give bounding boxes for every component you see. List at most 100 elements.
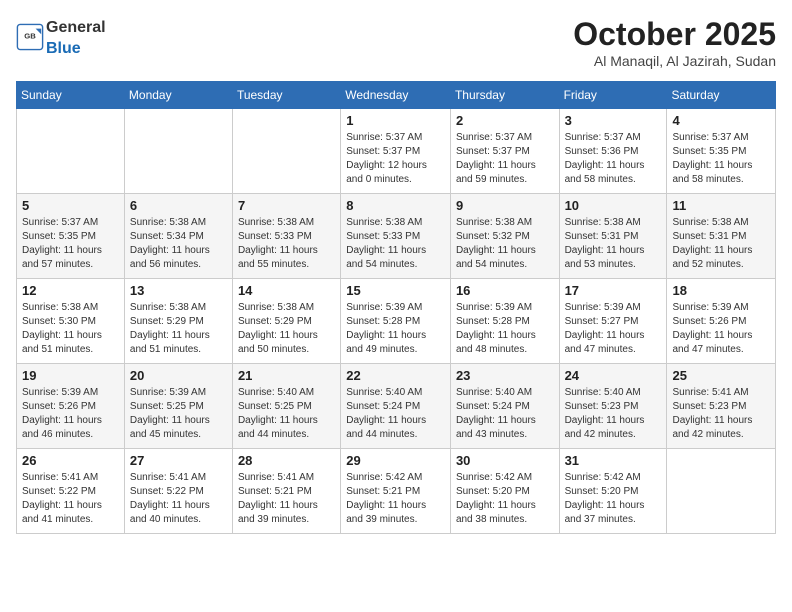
cell-day-number: 26	[22, 453, 119, 468]
cell-day-number: 15	[346, 283, 445, 298]
calendar-cell: 15 Sunrise: 5:39 AM Sunset: 5:28 PM Dayli…	[341, 279, 451, 364]
cell-day-number: 29	[346, 453, 445, 468]
cell-day-number: 5	[22, 198, 119, 213]
weekday-header: Saturday	[667, 82, 776, 109]
calendar-cell: 26Sunrise: 5:41 AM Sunset: 5:22 PM Dayli…	[17, 449, 125, 534]
cell-daylight-info: Sunrise: 5:39 AM Sunset: 5:26 PM Dayligh…	[22, 386, 119, 442]
cell-daylight-info: Sunrise: 5:37 AM Sunset: 5:37 PM Dayligh…	[456, 131, 554, 187]
calendar-cell: 9Sunrise: 5:38 AM Sunset: 5:32 PM Daylig…	[450, 194, 559, 279]
cell-day-number: 17	[565, 283, 662, 298]
calendar-cell: 7 Sunrise: 5:38 AM Sunset: 5:33 PM Daylig…	[232, 194, 340, 279]
calendar-cell: 31 Sunrise: 5:42 AM Sunset: 5:20 PM Dayli…	[559, 449, 667, 534]
calendar-cell: 6 Sunrise: 5:38 AM Sunset: 5:34 PM Daylig…	[124, 194, 232, 279]
calendar-cell: 8 Sunrise: 5:38 AM Sunset: 5:33 PM Daylig…	[341, 194, 451, 279]
calendar-cell	[17, 109, 125, 194]
calendar-cell: 27Sunrise: 5:41 AM Sunset: 5:22 PM Dayli…	[124, 449, 232, 534]
calendar-cell: 25 Sunrise: 5:41 AM Sunset: 5:23 PM Dayli…	[667, 364, 776, 449]
calendar-table: SundayMondayTuesdayWednesdayThursdayFrid…	[16, 81, 776, 534]
calendar-cell: 21 Sunrise: 5:40 AM Sunset: 5:25 PM Dayli…	[232, 364, 340, 449]
calendar-cell: 2 Sunrise: 5:37 AM Sunset: 5:37 PM Daylig…	[450, 109, 559, 194]
cell-daylight-info: Sunrise: 5:40 AM Sunset: 5:25 PM Dayligh…	[238, 386, 335, 442]
page-header: GB General Blue October 2025 Al Manaqil,…	[16, 16, 776, 69]
cell-daylight-info: Sunrise: 5:37 AM Sunset: 5:35 PM Dayligh…	[22, 216, 119, 272]
cell-day-number: 28	[238, 453, 335, 468]
calendar-cell: 12 Sunrise: 5:38 AM Sunset: 5:30 PM Dayli…	[17, 279, 125, 364]
cell-daylight-info: Sunrise: 5:42 AM Sunset: 5:20 PM Dayligh…	[456, 471, 554, 527]
cell-day-number: 23	[456, 368, 554, 383]
cell-daylight-info: Sunrise: 5:42 AM Sunset: 5:20 PM Dayligh…	[565, 471, 662, 527]
calendar-cell: 1 Sunrise: 5:37 AM Sunset: 5:37 PM Daylig…	[341, 109, 451, 194]
calendar-cell: 30 Sunrise: 5:42 AM Sunset: 5:20 PM Dayli…	[450, 449, 559, 534]
cell-day-number: 3	[565, 113, 662, 128]
logo: GB General Blue	[16, 16, 106, 58]
calendar-cell: 29 Sunrise: 5:42 AM Sunset: 5:21 PM Dayli…	[341, 449, 451, 534]
cell-day-number: 14	[238, 283, 335, 298]
calendar-cell: 23 Sunrise: 5:40 AM Sunset: 5:24 PM Dayli…	[450, 364, 559, 449]
cell-daylight-info: Sunrise: 5:41 AM Sunset: 5:23 PM Dayligh…	[672, 386, 770, 442]
logo-general-text: General	[46, 19, 106, 36]
cell-daylight-info: Sunrise: 5:38 AM Sunset: 5:34 PM Dayligh…	[130, 216, 227, 272]
cell-daylight-info: Sunrise: 5:39 AM Sunset: 5:27 PM Dayligh…	[565, 301, 662, 357]
cell-day-number: 25	[672, 368, 770, 383]
weekday-header: Friday	[559, 82, 667, 109]
weekday-header: Thursday	[450, 82, 559, 109]
cell-daylight-info: Sunrise: 5:38 AM Sunset: 5:33 PM Dayligh…	[238, 216, 335, 272]
calendar-cell: 17 Sunrise: 5:39 AM Sunset: 5:27 PM Dayli…	[559, 279, 667, 364]
cell-daylight-info: Sunrise: 5:38 AM Sunset: 5:30 PM Dayligh…	[22, 301, 119, 357]
cell-day-number: 2	[456, 113, 554, 128]
cell-daylight-info: Sunrise: 5:42 AM Sunset: 5:21 PM Dayligh…	[346, 471, 445, 527]
cell-daylight-info: Sunrise: 5:39 AM Sunset: 5:26 PM Dayligh…	[672, 301, 770, 357]
cell-daylight-info: Sunrise: 5:40 AM Sunset: 5:24 PM Dayligh…	[456, 386, 554, 442]
calendar-week-row: 19 Sunrise: 5:39 AM Sunset: 5:26 PM Dayli…	[17, 364, 776, 449]
cell-daylight-info: Sunrise: 5:38 AM Sunset: 5:33 PM Dayligh…	[346, 216, 445, 272]
calendar-cell: 14 Sunrise: 5:38 AM Sunset: 5:29 PM Dayli…	[232, 279, 340, 364]
weekday-header: Wednesday	[341, 82, 451, 109]
cell-day-number: 8	[346, 198, 445, 213]
cell-day-number: 13	[130, 283, 227, 298]
cell-day-number: 16	[456, 283, 554, 298]
cell-day-number: 19	[22, 368, 119, 383]
cell-daylight-info: Sunrise: 5:41 AM Sunset: 5:22 PM Dayligh…	[130, 471, 227, 527]
cell-daylight-info: Sunrise: 5:39 AM Sunset: 5:25 PM Dayligh…	[130, 386, 227, 442]
cell-daylight-info: Sunrise: 5:37 AM Sunset: 5:36 PM Dayligh…	[565, 131, 662, 187]
cell-daylight-info: Sunrise: 5:39 AM Sunset: 5:28 PM Dayligh…	[346, 301, 445, 357]
cell-daylight-info: Sunrise: 5:37 AM Sunset: 5:35 PM Dayligh…	[672, 131, 770, 187]
cell-day-number: 12	[22, 283, 119, 298]
calendar-week-row: 1 Sunrise: 5:37 AM Sunset: 5:37 PM Daylig…	[17, 109, 776, 194]
cell-daylight-info: Sunrise: 5:38 AM Sunset: 5:29 PM Dayligh…	[238, 301, 335, 357]
weekday-header: Tuesday	[232, 82, 340, 109]
cell-day-number: 20	[130, 368, 227, 383]
logo-icon: GB	[16, 23, 44, 51]
calendar-week-row: 12 Sunrise: 5:38 AM Sunset: 5:30 PM Dayli…	[17, 279, 776, 364]
month-title: October 2025	[573, 16, 776, 53]
cell-daylight-info: Sunrise: 5:40 AM Sunset: 5:24 PM Dayligh…	[346, 386, 445, 442]
calendar-cell	[124, 109, 232, 194]
calendar-week-row: 26 Sunrise: 5:41 AM Sunset: 5:22 PM Dayli…	[17, 449, 776, 534]
cell-day-number: 10	[565, 198, 662, 213]
cell-day-number: 21	[238, 368, 335, 383]
cell-day-number: 6	[130, 198, 227, 213]
svg-text:GB: GB	[24, 31, 36, 40]
cell-day-number: 30	[456, 453, 554, 468]
calendar-cell: 3 Sunrise: 5:37 AM Sunset: 5:36 PM Daylig…	[559, 109, 667, 194]
calendar-cell: 11Sunrise: 5:38 AM Sunset: 5:31 PM Dayli…	[667, 194, 776, 279]
cell-daylight-info: Sunrise: 5:40 AM Sunset: 5:23 PM Dayligh…	[565, 386, 662, 442]
calendar-cell: 13Sunrise: 5:38 AM Sunset: 5:29 PM Dayli…	[124, 279, 232, 364]
calendar-cell: 5 Sunrise: 5:37 AM Sunset: 5:35 PM Daylig…	[17, 194, 125, 279]
cell-day-number: 1	[346, 113, 445, 128]
cell-day-number: 9	[456, 198, 554, 213]
calendar-cell: 22Sunrise: 5:40 AM Sunset: 5:24 PM Dayli…	[341, 364, 451, 449]
calendar-cell: 10Sunrise: 5:38 AM Sunset: 5:31 PM Dayli…	[559, 194, 667, 279]
cell-day-number: 31	[565, 453, 662, 468]
cell-daylight-info: Sunrise: 5:41 AM Sunset: 5:21 PM Dayligh…	[238, 471, 335, 527]
cell-daylight-info: Sunrise: 5:37 AM Sunset: 5:37 PM Dayligh…	[346, 131, 445, 187]
cell-daylight-info: Sunrise: 5:38 AM Sunset: 5:31 PM Dayligh…	[672, 216, 770, 272]
calendar-cell: 4Sunrise: 5:37 AM Sunset: 5:35 PM Daylig…	[667, 109, 776, 194]
calendar-cell	[232, 109, 340, 194]
calendar-cell: 24Sunrise: 5:40 AM Sunset: 5:23 PM Dayli…	[559, 364, 667, 449]
location-subtitle: Al Manaqil, Al Jazirah, Sudan	[573, 53, 776, 69]
title-block: October 2025 Al Manaqil, Al Jazirah, Sud…	[573, 16, 776, 69]
calendar-cell	[667, 449, 776, 534]
cell-day-number: 7	[238, 198, 335, 213]
weekday-header: Monday	[124, 82, 232, 109]
